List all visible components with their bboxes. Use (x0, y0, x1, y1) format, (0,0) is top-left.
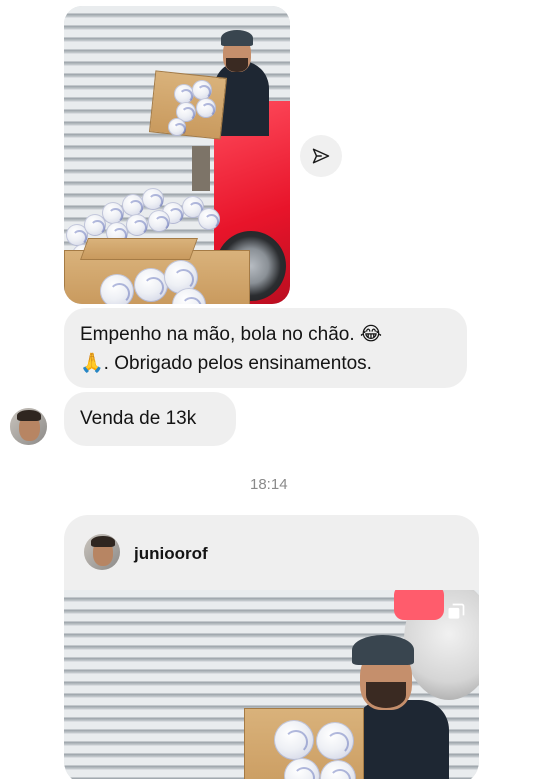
post-author-avatar[interactable] (84, 534, 120, 570)
ball (148, 210, 170, 232)
multiple-photos-icon (448, 603, 465, 619)
message-text: . Obrigado pelos ensinamentos. (103, 353, 372, 374)
ball (196, 98, 216, 118)
ball (142, 188, 164, 210)
sender-avatar[interactable] (10, 408, 47, 445)
person-legs (192, 146, 210, 191)
ball (198, 208, 220, 230)
share-button[interactable] (300, 135, 342, 177)
message-line: 🙏. Obrigado pelos ensinamentos. (80, 349, 451, 378)
post-author-username[interactable]: junioorof (134, 544, 208, 564)
send-icon (312, 148, 330, 164)
ball (134, 268, 168, 302)
person-beard (226, 58, 248, 72)
person-cap (352, 635, 414, 665)
cardboard-flap (79, 238, 199, 260)
praying-hands-emoji-icon: 🙏 (80, 352, 104, 374)
person-cap (221, 30, 253, 46)
ball (274, 720, 314, 760)
ball (122, 194, 144, 216)
person-beard (366, 682, 406, 708)
ball (316, 722, 354, 760)
message-text: Empenho na mão, bola no chão. (80, 324, 360, 345)
shared-post-image[interactable] (64, 590, 479, 779)
ball (126, 214, 148, 236)
ball (192, 80, 212, 100)
message-bubble[interactable]: Empenho na mão, bola no chão. 😂 🙏. Obrig… (64, 308, 467, 388)
ball (100, 274, 134, 304)
message-text: Venda de 13k (80, 408, 197, 429)
shared-post-card[interactable]: junioorof (64, 515, 479, 779)
message-bubble[interactable]: Venda de 13k (64, 392, 236, 446)
ball (174, 84, 194, 104)
laughing-emoji-icon: 😂 (359, 323, 383, 345)
ball (102, 202, 124, 224)
ball (168, 118, 186, 136)
person-shirt (354, 700, 449, 779)
message-line: Empenho na mão, bola no chão. 😂 (80, 320, 451, 349)
car-red-part (394, 590, 444, 620)
message-timestamp: 18:14 (250, 476, 288, 493)
message-photo[interactable] (64, 6, 290, 304)
